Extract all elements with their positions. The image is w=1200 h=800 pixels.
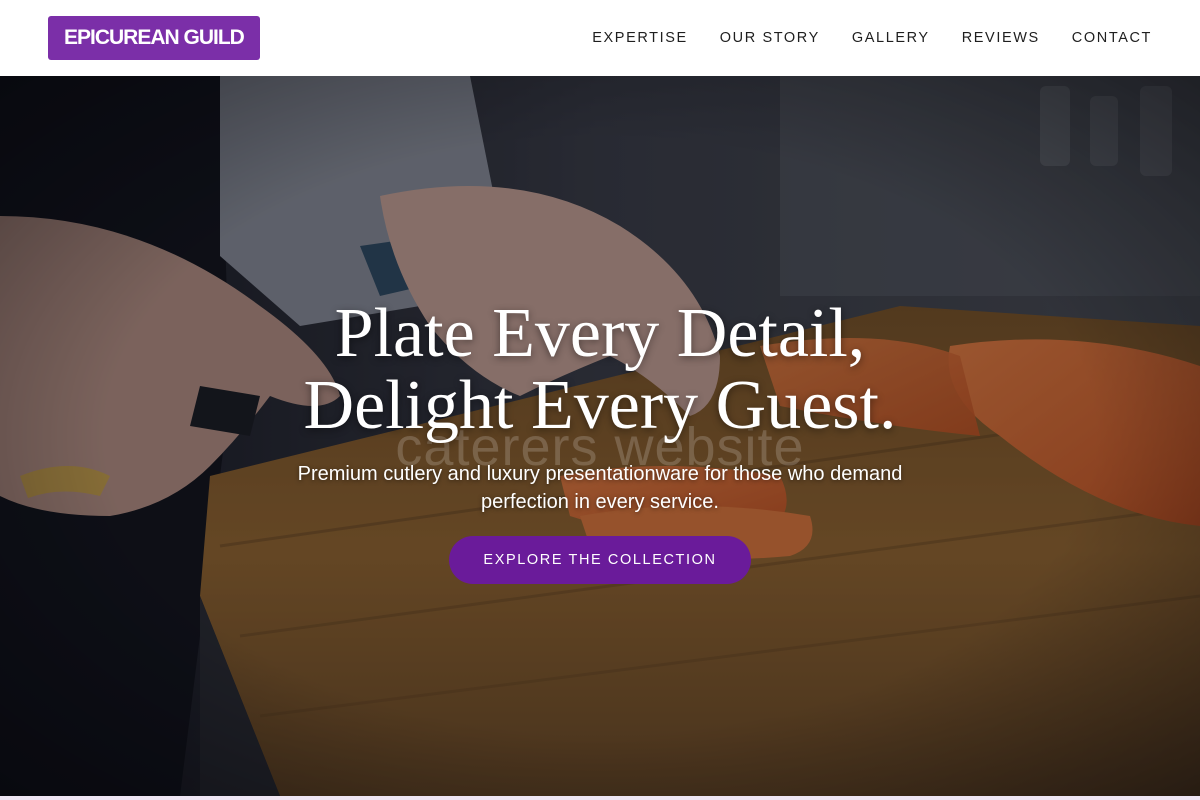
- nav-link-gallery[interactable]: GALLERY: [852, 30, 930, 46]
- hero-title-line-1: Plate Every Detail,: [334, 295, 866, 372]
- hero-content: Plate Every Detail, Delight Every Guest.…: [0, 298, 1200, 584]
- nav-link-expertise[interactable]: EXPERTISE: [592, 30, 688, 46]
- hero-title-line-2: Delight Every Guest.: [303, 367, 897, 444]
- hero-title: Plate Every Detail, Delight Every Guest.: [304, 298, 897, 442]
- site-header: EPICUREAN GUILD EXPERTISE OUR STORY GALL…: [0, 0, 1200, 76]
- hero-section: caterers website Plate Every Detail, Del…: [0, 76, 1200, 796]
- main-nav: EXPERTISE OUR STORY GALLERY REVIEWS CONT…: [592, 30, 1152, 46]
- nav-link-contact[interactable]: CONTACT: [1072, 30, 1152, 46]
- section-divider: [0, 796, 1200, 800]
- hero-subtitle: Premium cutlery and luxury presentationw…: [297, 463, 903, 513]
- brand-logo[interactable]: EPICUREAN GUILD: [48, 16, 260, 60]
- nav-link-reviews[interactable]: REVIEWS: [962, 30, 1040, 46]
- explore-collection-button[interactable]: EXPLORE THE COLLECTION: [449, 536, 751, 584]
- nav-link-our-story[interactable]: OUR STORY: [720, 30, 820, 46]
